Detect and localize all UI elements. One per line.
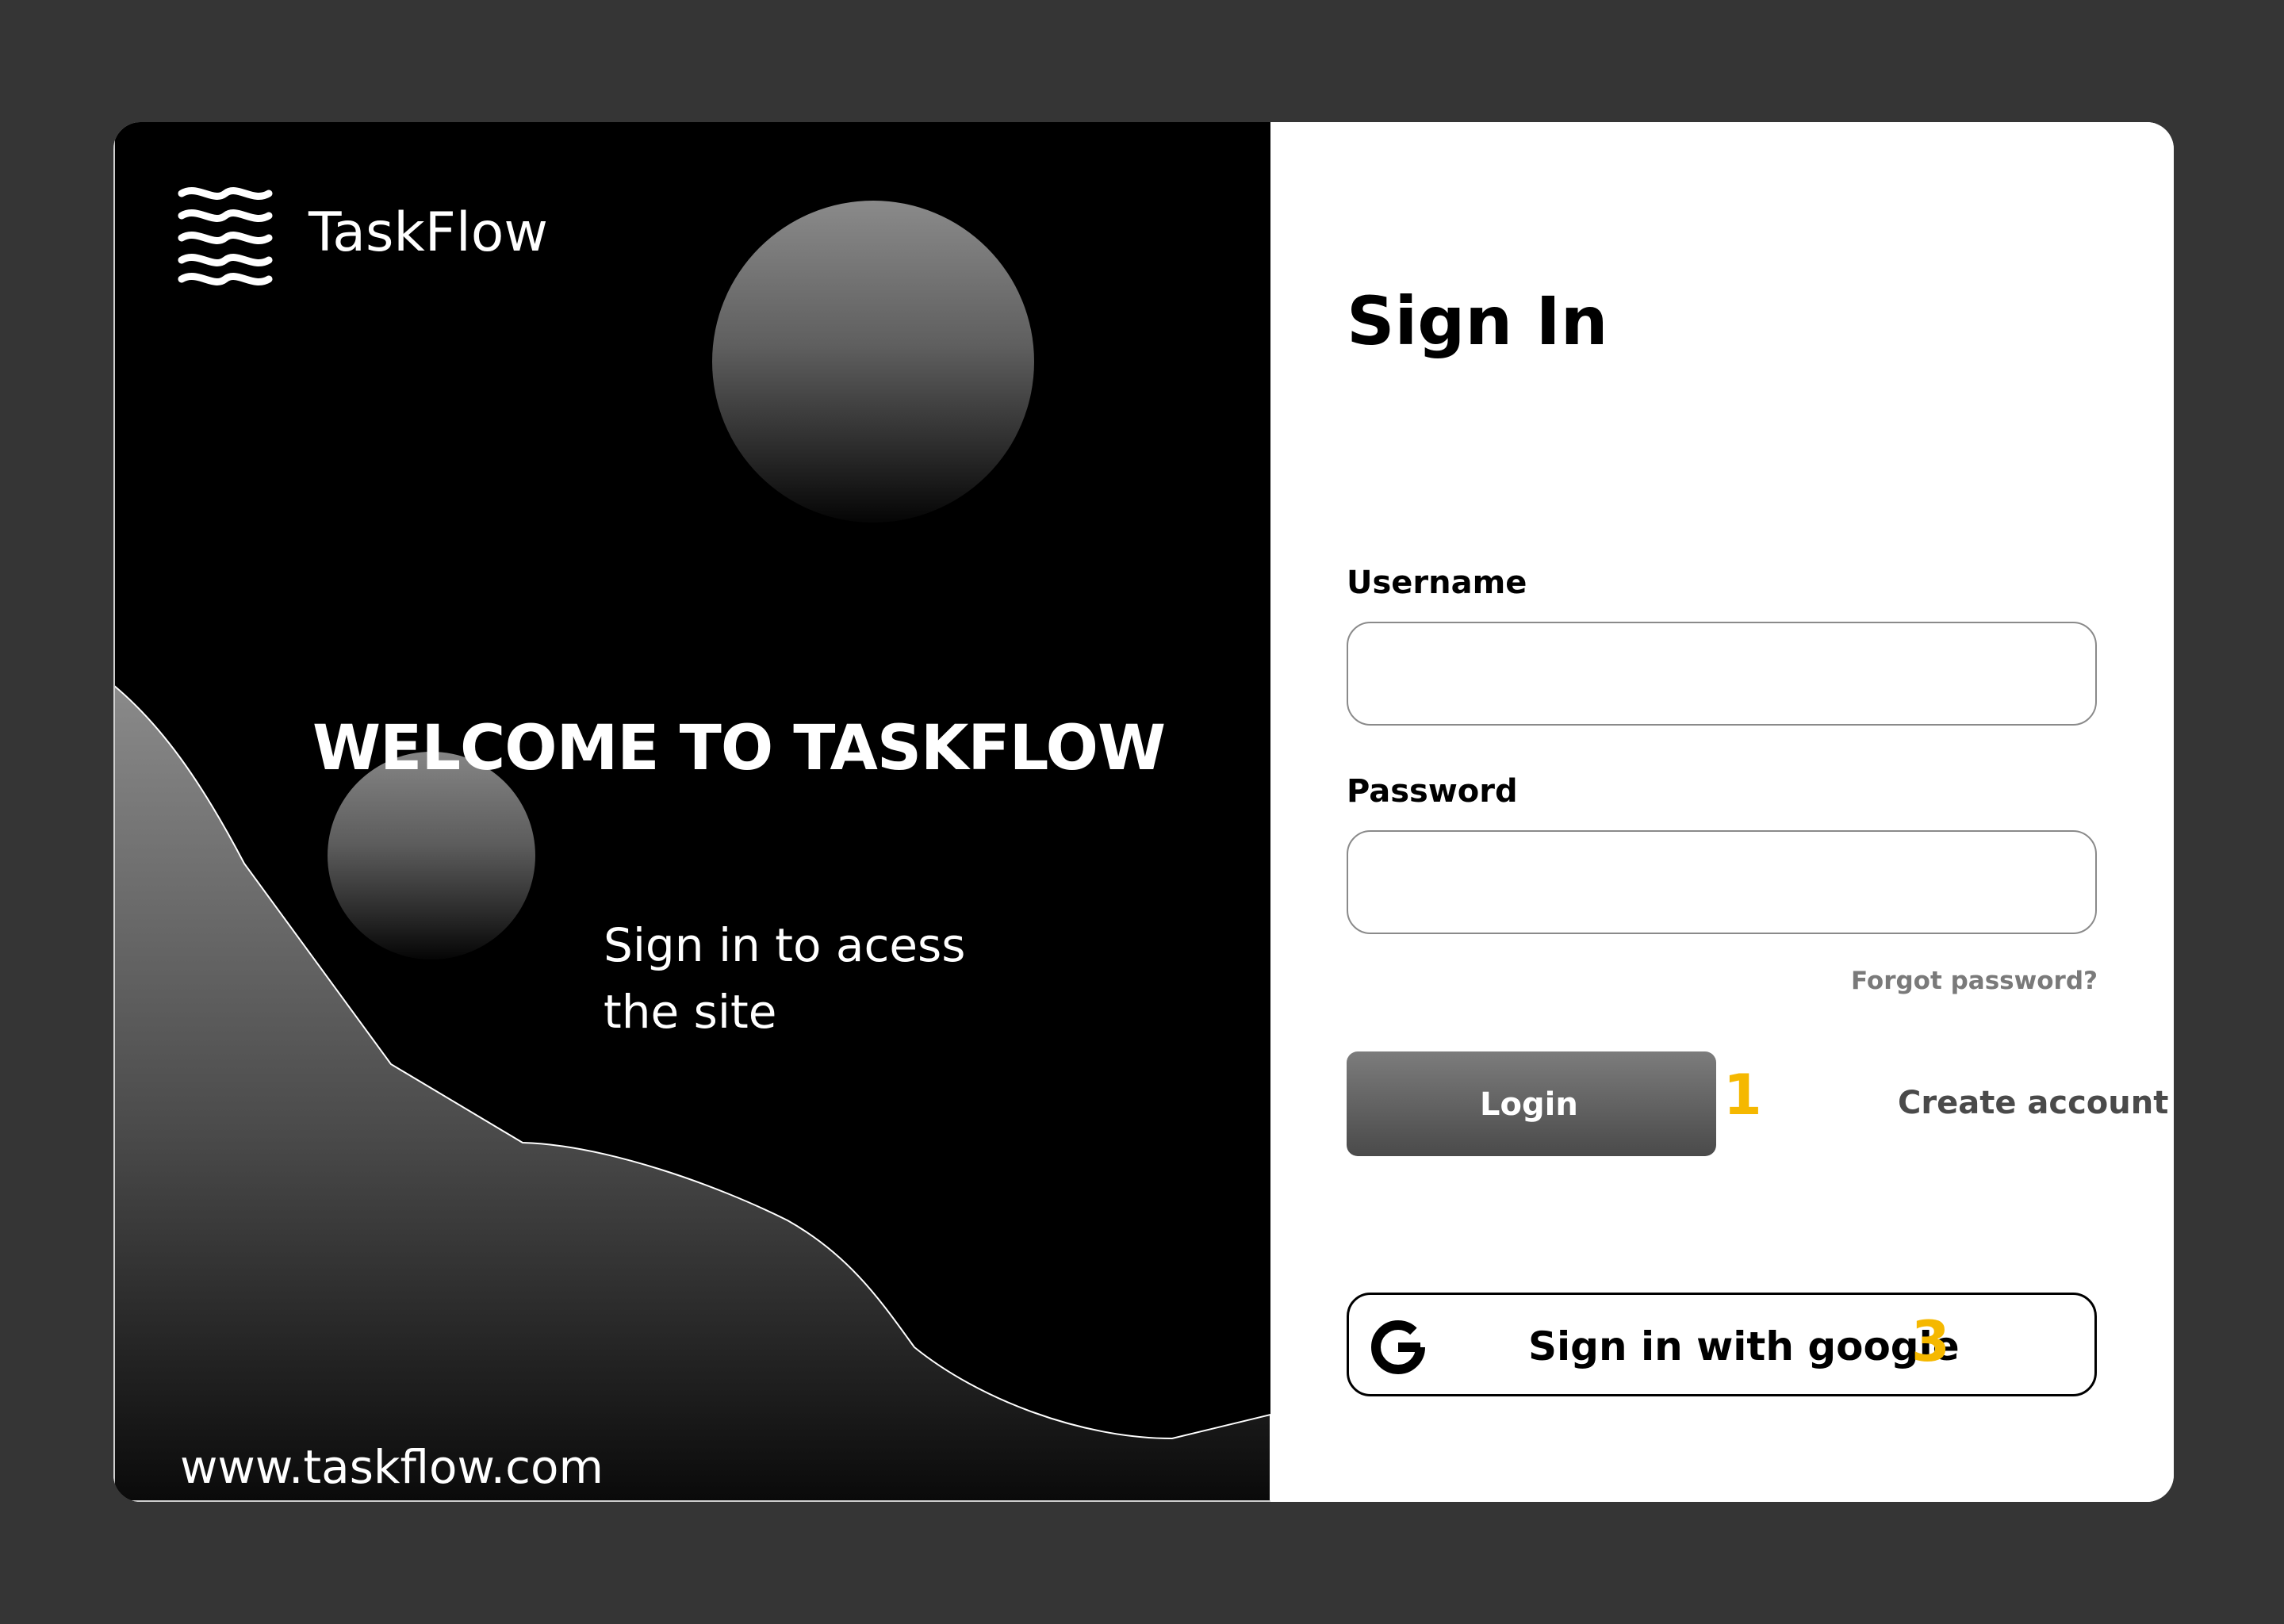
google-icon — [1371, 1320, 1425, 1374]
tagline-line-1: Sign in to acess — [604, 918, 966, 972]
welcome-heading: WELCOME TO TASKFLOW — [312, 713, 1166, 784]
hero-panel: TaskFlow WELCOME TO TASKFLOW Sign in to … — [113, 122, 1270, 1502]
waves-icon — [178, 187, 273, 285]
create-account-link[interactable]: Create account — [1898, 1085, 2168, 1121]
google-sign-in-button[interactable]: Sign in with google — [1347, 1293, 2097, 1396]
username-field[interactable] — [1347, 622, 2097, 726]
annotation-marker-1: 1 — [1723, 1063, 1762, 1128]
decorative-sphere-large — [712, 201, 1034, 523]
sign-in-card: TaskFlow WELCOME TO TASKFLOW Sign in to … — [113, 122, 2174, 1502]
forgot-password-link[interactable]: Forgot password? — [1851, 967, 2098, 995]
annotation-marker-3: 3 — [1911, 1309, 1950, 1374]
page-title: Sign In — [1347, 282, 1608, 360]
sign-in-form: Sign In Username Password Forgot passwor… — [1270, 122, 2174, 1502]
login-button[interactable]: Login — [1347, 1051, 1716, 1156]
tagline-line-2: the site — [604, 985, 777, 1039]
password-field[interactable] — [1347, 830, 2097, 934]
tagline: Sign in to acess the site — [604, 912, 1079, 1045]
brand-name: TaskFlow — [308, 201, 548, 264]
site-url-text: www.taskflow.com — [180, 1440, 604, 1494]
username-label: Username — [1347, 565, 1527, 601]
mountain-illustration — [113, 684, 1270, 1502]
password-label: Password — [1347, 773, 1518, 810]
login-button-label: Login — [1480, 1086, 1578, 1123]
google-button-label: Sign in with google — [1528, 1323, 1960, 1369]
